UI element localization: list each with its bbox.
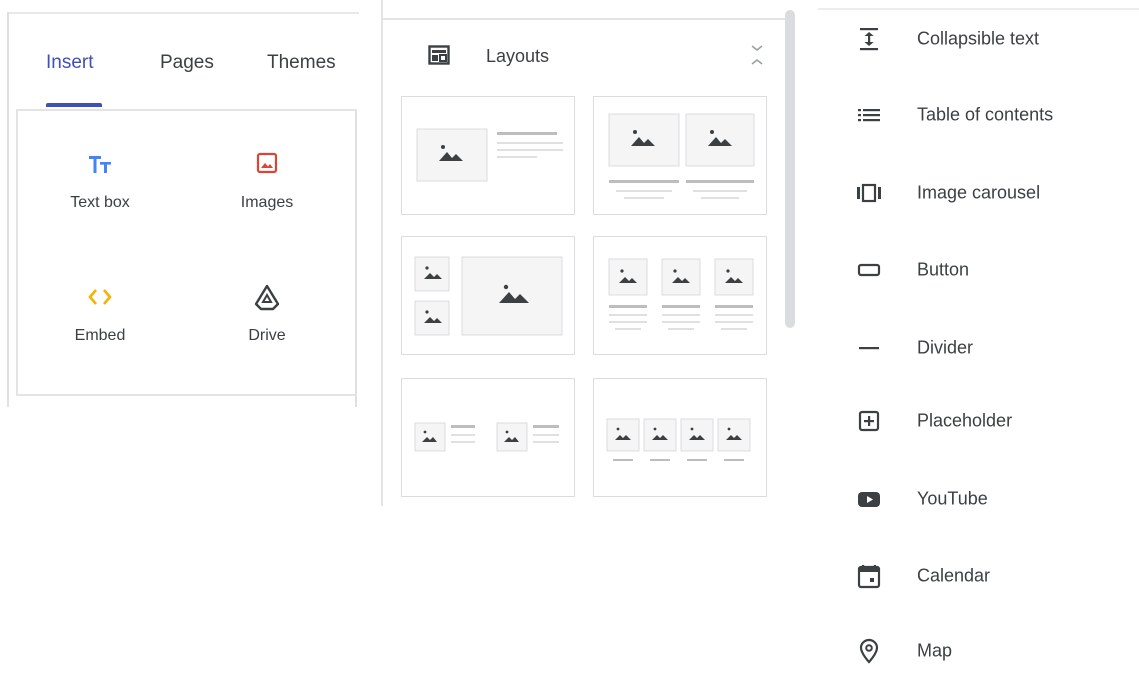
block-label: Calendar bbox=[917, 565, 991, 586]
placeholder-icon bbox=[854, 406, 884, 436]
panel-top-border bbox=[7, 12, 359, 14]
youtube-icon bbox=[854, 484, 884, 514]
image-icon bbox=[253, 150, 281, 178]
block-table-of-contents[interactable]: Table of contents bbox=[818, 85, 1138, 145]
block-label: Placeholder bbox=[917, 410, 1013, 431]
block-label: YouTube bbox=[917, 488, 988, 509]
layouts-scrollbar[interactable] bbox=[785, 10, 795, 328]
content-blocks-panel: Collapsible text Table of contents Image… bbox=[818, 0, 1139, 667]
block-label: Divider bbox=[917, 337, 974, 358]
layouts-top-border bbox=[381, 18, 786, 20]
block-label: Collapsible text bbox=[917, 28, 1040, 49]
layouts-icon bbox=[428, 45, 450, 70]
content-left-border bbox=[16, 110, 18, 395]
block-label: Table of contents bbox=[917, 104, 1054, 125]
block-youtube[interactable]: YouTube bbox=[818, 469, 1138, 529]
images-button[interactable]: Images bbox=[202, 150, 332, 240]
layouts-title: Layouts bbox=[486, 46, 550, 66]
layout-card-two-images-with-text[interactable] bbox=[593, 96, 767, 215]
layout-card-two-image-text-pairs[interactable] bbox=[401, 378, 575, 497]
text-box-label: Text box bbox=[70, 194, 130, 211]
collapse-chevron-icon[interactable] bbox=[750, 43, 764, 72]
text-box-button[interactable]: Text box bbox=[35, 150, 165, 240]
images-label: Images bbox=[240, 194, 294, 211]
panel-left-border bbox=[7, 12, 9, 407]
layout-card-two-small-one-large-image[interactable] bbox=[401, 236, 575, 355]
layout-card-four-images-with-captions[interactable] bbox=[593, 378, 767, 497]
block-image-carousel[interactable]: Image carousel bbox=[818, 163, 1138, 223]
embed-icon bbox=[86, 283, 114, 311]
block-map[interactable]: Map bbox=[818, 621, 1138, 681]
drive-label: Drive bbox=[248, 327, 286, 344]
calendar-icon bbox=[854, 561, 884, 591]
tab-insert[interactable]: Insert bbox=[46, 52, 94, 74]
insert-panel: Insert Pages Themes Text box Images Embe… bbox=[0, 0, 360, 410]
block-placeholder[interactable]: Placeholder bbox=[818, 391, 1138, 451]
layouts-left-border bbox=[381, 0, 383, 506]
tab-pages[interactable]: Pages bbox=[160, 52, 214, 74]
panel-right-border bbox=[355, 110, 357, 407]
table-of-contents-icon bbox=[854, 100, 884, 130]
block-divider[interactable]: Divider bbox=[818, 318, 1138, 378]
active-tab-indicator bbox=[46, 103, 102, 107]
block-calendar[interactable]: Calendar bbox=[818, 546, 1138, 606]
embed-button[interactable]: Embed bbox=[35, 283, 165, 373]
image-carousel-icon bbox=[854, 178, 884, 208]
block-label: Button bbox=[917, 259, 970, 280]
drive-button[interactable]: Drive bbox=[202, 283, 332, 373]
block-label: Map bbox=[917, 640, 953, 661]
text-box-icon bbox=[86, 150, 114, 178]
drive-icon bbox=[253, 283, 281, 311]
button-icon bbox=[854, 255, 884, 285]
map-icon bbox=[854, 636, 884, 666]
block-collapsible-text[interactable]: Collapsible text bbox=[818, 9, 1138, 69]
divider-icon bbox=[854, 333, 884, 363]
layouts-panel: Layouts bbox=[381, 0, 801, 510]
block-button[interactable]: Button bbox=[818, 240, 1138, 300]
embed-label: Embed bbox=[74, 327, 126, 344]
panel-bottom-border bbox=[16, 394, 357, 396]
block-label: Image carousel bbox=[917, 182, 1041, 203]
tab-divider bbox=[16, 109, 357, 111]
layout-card-three-images-with-text[interactable] bbox=[593, 236, 767, 355]
collapsible-text-icon bbox=[854, 24, 884, 54]
tab-themes[interactable]: Themes bbox=[267, 52, 336, 74]
layout-card-image-left-text[interactable] bbox=[401, 96, 575, 215]
